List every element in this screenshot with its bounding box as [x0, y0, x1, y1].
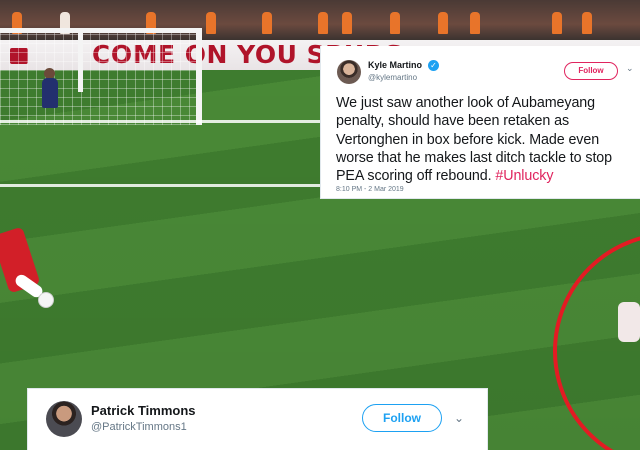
highlight-circle	[553, 232, 640, 450]
tweet-timestamp[interactable]: 8:10 PM - 2 Mar 2019	[336, 186, 404, 193]
tweet-author-name[interactable]: Patrick Timmons	[91, 403, 196, 418]
crowd-fan	[342, 12, 352, 34]
crowd-fan	[552, 12, 562, 34]
avatar[interactable]	[337, 60, 361, 84]
tweet-card-kyle-martino: Kyle Martino ✓ @kylemartino Follow ⌄ We …	[320, 46, 640, 199]
crowd-fan	[390, 12, 400, 34]
hashtag-link[interactable]: #Unlucky	[495, 168, 553, 184]
avatar[interactable]	[46, 401, 82, 437]
tweet-author-handle[interactable]: @kylemartino	[368, 73, 417, 82]
verified-icon: ✓	[428, 60, 439, 71]
tweet-body: We just saw another look of Aubameyang p…	[336, 95, 613, 185]
goalkeeper	[42, 78, 58, 108]
crowd-fan	[206, 12, 216, 34]
tweet-author-handle[interactable]: @PatrickTimmons1	[91, 421, 187, 433]
six-yard-line	[0, 120, 330, 123]
tweet-card-patrick-timmons: Patrick Timmons @PatrickTimmons1 Follow …	[27, 388, 488, 450]
crowd-fan	[470, 12, 480, 34]
follow-button[interactable]: Follow	[362, 404, 442, 432]
chevron-down-icon[interactable]: ⌄	[454, 411, 464, 425]
crowd-fan	[582, 12, 592, 34]
tweet-text: We just saw another look of Aubameyang p…	[336, 94, 636, 185]
follow-button[interactable]: Follow	[564, 62, 618, 80]
penalty-area-line	[0, 184, 330, 187]
crowd-fan	[262, 12, 272, 34]
goal-net	[0, 28, 202, 125]
goal-post	[78, 30, 83, 92]
tweet-author-name[interactable]: Kyle Martino	[368, 60, 422, 70]
football	[38, 292, 54, 308]
crowd-fan	[318, 12, 328, 34]
crowd-fan	[438, 12, 448, 34]
chevron-down-icon[interactable]: ⌄	[626, 64, 634, 74]
